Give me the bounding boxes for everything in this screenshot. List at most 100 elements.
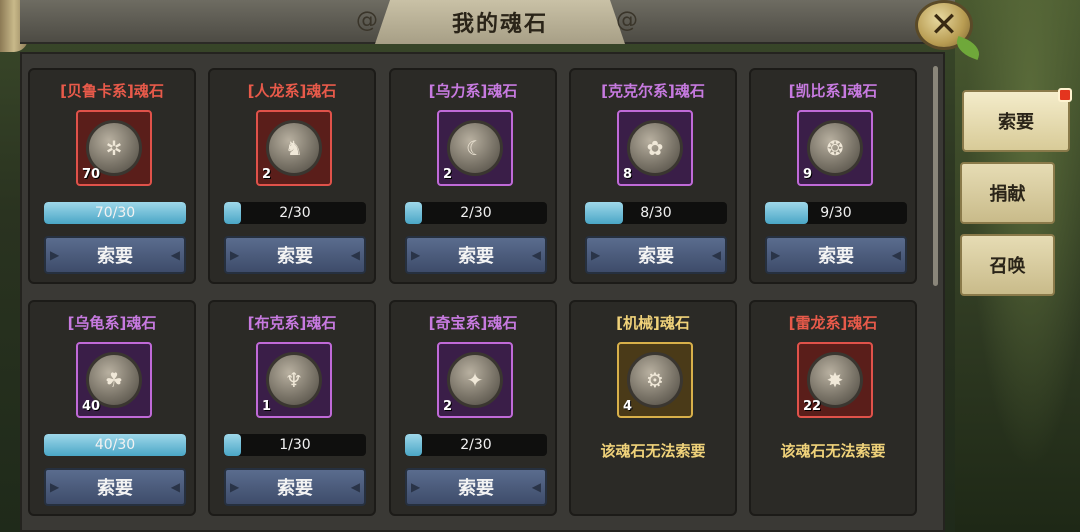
soulstone-frame[interactable]: ☘ 40 [76, 342, 152, 418]
soulstone-frame[interactable]: ✦ 2 [437, 342, 513, 418]
request-button[interactable]: ▶ 索要 ◀ [224, 468, 366, 506]
progress-bar: 1/30 [224, 434, 366, 456]
stone-count: 22 [803, 399, 822, 414]
creature-icon: ⚙ [646, 368, 664, 392]
request-button[interactable]: ▶ 索要 ◀ [44, 468, 186, 506]
triangle-left-icon: ▶ [411, 248, 421, 262]
button-label: 索要 [818, 246, 854, 267]
progress-text: 2/30 [279, 205, 311, 221]
creature-icon: ✦ [466, 368, 484, 392]
stone-count: 9 [803, 167, 813, 182]
close-icon: ✕ [929, 5, 959, 45]
progress-bar: 9/30 [765, 202, 907, 224]
progress-bar: 8/30 [585, 202, 727, 224]
card-title: [乌龟系]魂石 [67, 314, 157, 332]
stone-count: 8 [623, 167, 633, 182]
progress-text: 9/30 [820, 205, 852, 221]
rabbit-icon: ✦ [447, 352, 503, 408]
triangle-right-icon: ◀ [891, 248, 901, 262]
soulstone-card: [人龙系]魂石 ♞ 2 2/30 ▶ 索要 ◀ [208, 68, 376, 284]
mech-icon: ⚙ [627, 352, 683, 408]
request-button[interactable]: ▶ 索要 ◀ [585, 236, 727, 274]
card-title: [雷龙系]魂石 [788, 314, 878, 332]
soulstone-card: [克克尔系]魂石 ✿ 8 8/30 ▶ 索要 ◀ [569, 68, 737, 284]
soulstone-frame[interactable]: ✲ 70 [76, 110, 152, 186]
triangle-left-icon: ▶ [230, 248, 240, 262]
creature-icon: ✸ [826, 368, 844, 392]
request-button[interactable]: ▶ 索要 ◀ [405, 236, 547, 274]
stone-count: 2 [262, 167, 272, 182]
triangle-left-icon: ▶ [50, 480, 60, 494]
soulstone-frame[interactable]: ⚙ 4 [617, 342, 693, 418]
page-title: 我的魂石 [451, 12, 548, 37]
pup-icon: ✿ [627, 120, 683, 176]
stone-count: 2 [443, 399, 453, 414]
tab-summon[interactable]: 召唤 [960, 234, 1055, 296]
soulstone-card: [机械]魂石 ⚙ 4 该魂石无法索要 [569, 300, 737, 516]
title-bar: @ 我的魂石 @ [20, 0, 955, 44]
soulstone-frame[interactable]: ♆ 1 [256, 342, 332, 418]
title-plate: 我的魂石 [375, 0, 625, 44]
progress-text: 1/30 [279, 437, 311, 453]
creature-icon: ❂ [826, 136, 844, 160]
creature-icon: ✲ [105, 136, 123, 160]
triangle-right-icon: ◀ [531, 480, 541, 494]
soulstone-frame[interactable]: ☾ 2 [437, 110, 513, 186]
soulstone-frame[interactable]: ✿ 8 [617, 110, 693, 186]
tab-donate[interactable]: 捐献 [960, 162, 1055, 224]
button-label: 索要 [277, 246, 313, 267]
card-title: [乌力系]魂石 [428, 82, 518, 100]
progress-bar: 2/30 [405, 202, 547, 224]
button-label: 索要 [458, 478, 494, 499]
triangle-right-icon: ◀ [531, 248, 541, 262]
pig-icon: ❂ [807, 120, 863, 176]
creature-icon: ✿ [646, 136, 664, 160]
triangle-right-icon: ◀ [350, 480, 360, 494]
triangle-left-icon: ▶ [411, 480, 421, 494]
triangle-right-icon: ◀ [350, 248, 360, 262]
soulstone-frame[interactable]: ❂ 9 [797, 110, 873, 186]
progress-bar: 40/30 [44, 434, 186, 456]
triangle-left-icon: ▶ [230, 480, 240, 494]
progress-text: 40/30 [94, 437, 136, 453]
progress-text: 2/30 [460, 437, 492, 453]
shark-icon: ♆ [266, 352, 322, 408]
triangle-right-icon: ◀ [170, 248, 180, 262]
soulstone-card: [乌力系]魂石 ☾ 2 2/30 ▶ 索要 ◀ [389, 68, 557, 284]
stone-count: 70 [82, 167, 101, 182]
button-label: 索要 [97, 246, 133, 267]
request-button[interactable]: ▶ 索要 ◀ [405, 468, 547, 506]
soulstone-card: [乌龟系]魂石 ☘ 40 40/30 ▶ 索要 ◀ [28, 300, 196, 516]
card-title: [布克系]魂石 [247, 314, 337, 332]
scrollbar[interactable] [933, 66, 938, 286]
soulstone-frame[interactable]: ♞ 2 [256, 110, 332, 186]
button-label: 索要 [277, 478, 313, 499]
stone-count: 2 [443, 167, 453, 182]
progress-text: 70/30 [94, 205, 136, 221]
progress-bar: 70/30 [44, 202, 186, 224]
soulstone-frame[interactable]: ✸ 22 [797, 342, 873, 418]
progress-text: 8/30 [640, 205, 672, 221]
card-title: [贝鲁卡系]魂石 [60, 82, 164, 100]
creature-icon: ♆ [285, 368, 303, 392]
request-button[interactable]: ▶ 索要 ◀ [224, 236, 366, 274]
unavailable-text: 该魂石无法索要 [600, 442, 706, 460]
tab-label: 索要 [998, 112, 1034, 133]
progress-text: 2/30 [460, 205, 492, 221]
progress-bar: 2/30 [405, 434, 547, 456]
stone-count: 1 [262, 399, 272, 414]
card-title: [克克尔系]魂石 [601, 82, 705, 100]
request-button[interactable]: ▶ 索要 ◀ [765, 236, 907, 274]
soulstone-card: [布克系]魂石 ♆ 1 1/30 ▶ 索要 ◀ [208, 300, 376, 516]
triangle-left-icon: ▶ [50, 248, 60, 262]
swirl-ornament-left-icon: @ [356, 8, 378, 33]
tab-request[interactable]: 索要 [962, 88, 1072, 152]
triangle-left-icon: ▶ [591, 248, 601, 262]
button-label: 索要 [458, 246, 494, 267]
tab-label: 召唤 [989, 256, 1026, 277]
request-button[interactable]: ▶ 索要 ◀ [44, 236, 186, 274]
card-title: [凯比系]魂石 [788, 82, 878, 100]
fish-icon: ☾ [447, 120, 503, 176]
creature-icon: ♞ [285, 136, 303, 160]
stone-count: 4 [623, 399, 633, 414]
